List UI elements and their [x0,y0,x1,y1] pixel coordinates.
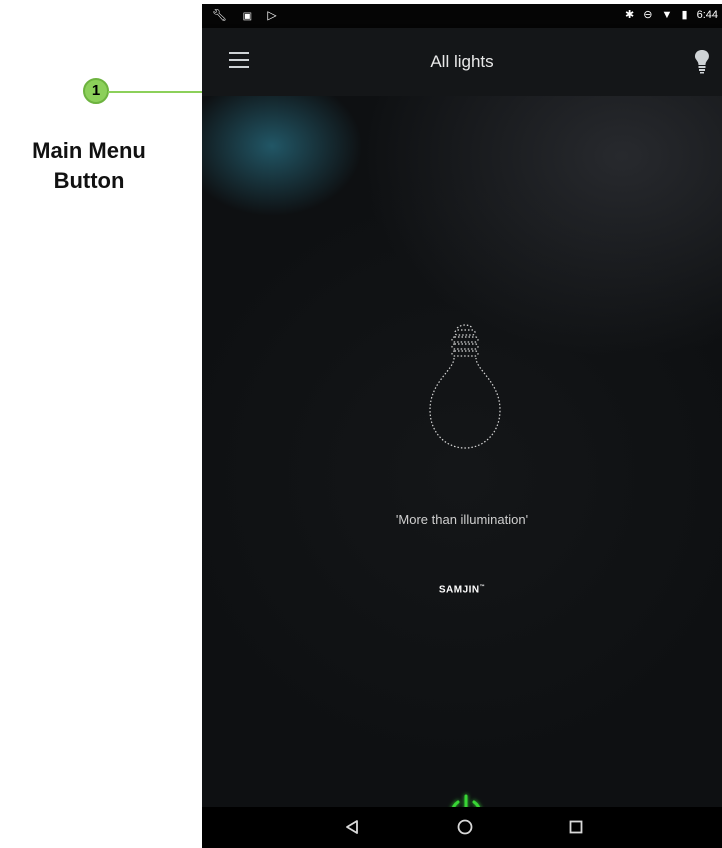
page-title: All lights [430,52,494,71]
cast-icon: ▷ [267,8,283,22]
callout-number-badge: 1 [83,78,109,104]
main-content: 'More than illumination' SAMJIN™ [202,96,722,829]
wifi-icon: ▼ [661,9,673,21]
home-icon[interactable] [455,817,475,837]
status-time: 6:44 [696,9,718,21]
back-icon[interactable] [342,817,362,837]
recents-icon[interactable] [566,817,586,837]
tagline-text: 'More than illumination' [395,512,529,527]
brand-logo: SAMJIN™ [438,584,486,596]
status-bar: 🔧︎ ▣ ▷ ✱ ⊖ ▼ ▮ 6:44 [202,4,722,28]
bluetooth-icon: ✱ [624,9,635,21]
bulb-icon[interactable] [692,48,712,74]
do-not-disturb-icon: ⊖ [643,9,653,21]
app-bar: All lights [202,28,722,96]
image-icon: ▣ [242,11,259,22]
wrench-icon: 🔧︎ [212,8,234,22]
battery-icon: ▮ [681,9,688,21]
callout-label: Main Menu Button [32,138,146,193]
status-right-icons: ✱ ⊖ ▼ ▮ 6:44 [619,8,718,21]
phone-screen: 🔧︎ ▣ ▷ ✱ ⊖ ▼ ▮ 6:44 All lights 'More tha… [202,4,722,848]
status-left-icons: 🔧︎ ▣ ▷ [212,8,283,22]
lightbulb-illustration-icon [429,324,501,449]
system-nav-bar [202,807,722,848]
